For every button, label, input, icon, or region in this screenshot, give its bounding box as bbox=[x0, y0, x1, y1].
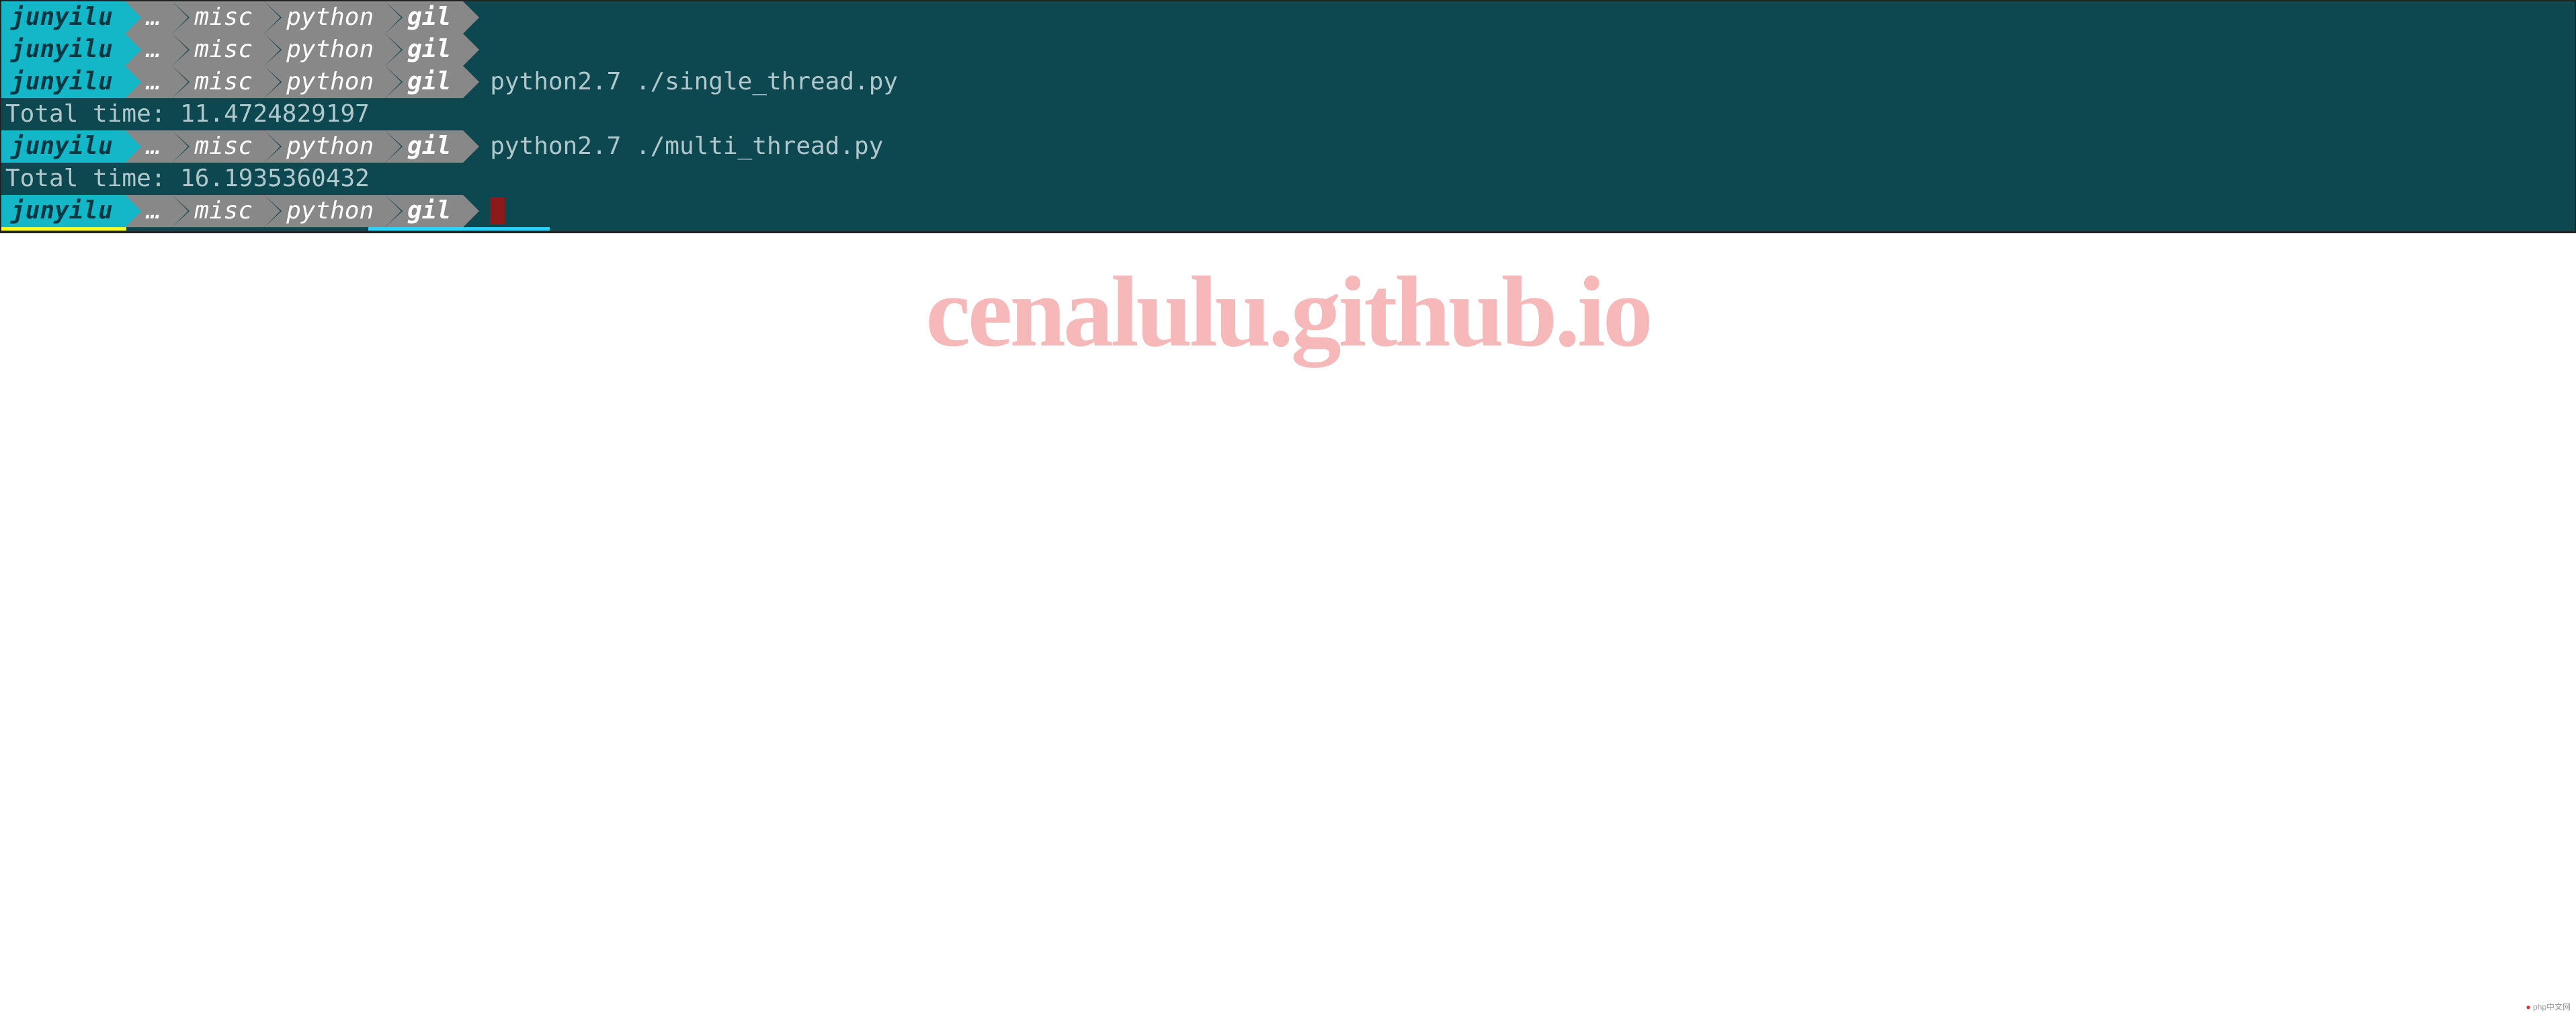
prompt-path-segment: python bbox=[265, 195, 386, 227]
watermark-text: cenalulu.github.io bbox=[0, 247, 2576, 378]
prompt-user-segment: junyilu bbox=[1, 195, 125, 227]
badge-text: php中文网 bbox=[2533, 1002, 2571, 1012]
underline-cyan bbox=[368, 227, 550, 231]
prompt-user-segment: junyilu bbox=[1, 66, 125, 98]
terminal-window[interactable]: junyilu … misc python gil junyilu … misc… bbox=[0, 0, 2576, 233]
command-text: python2.7 ./multi_thread.py bbox=[463, 130, 883, 163]
terminal-cursor bbox=[490, 198, 505, 225]
prompt-user-segment: junyilu bbox=[1, 130, 125, 163]
prompt-line: junyilu … misc python gil python2.7 ./mu… bbox=[1, 130, 2575, 163]
prompt-user-segment: junyilu bbox=[1, 1, 125, 34]
command-text: python2.7 ./single_thread.py bbox=[463, 66, 898, 98]
prompt-line: junyilu … misc python gil bbox=[1, 34, 2575, 66]
underline-yellow bbox=[1, 227, 126, 231]
prompt-line: junyilu … misc python gil bbox=[1, 1, 2575, 34]
terminal-output: Total time: 16.1935360432 bbox=[1, 163, 2575, 195]
badge-dot-icon: ● bbox=[2526, 1002, 2530, 1012]
prompt-line-active[interactable]: junyilu … misc python gil bbox=[1, 195, 2575, 227]
prompt-user-segment: junyilu bbox=[1, 34, 125, 66]
prompt-path-segment: python bbox=[265, 34, 386, 66]
terminal-output: Total time: 11.4724829197 bbox=[1, 98, 2575, 130]
prompt-underline bbox=[1, 227, 2575, 231]
prompt-line: junyilu … misc python gil python2.7 ./si… bbox=[1, 66, 2575, 98]
prompt-path-segment: python bbox=[265, 1, 386, 34]
prompt-path-segment: python bbox=[265, 130, 386, 163]
corner-badge: ● php中文网 bbox=[2526, 1002, 2571, 1013]
prompt-path-segment: python bbox=[265, 66, 386, 98]
